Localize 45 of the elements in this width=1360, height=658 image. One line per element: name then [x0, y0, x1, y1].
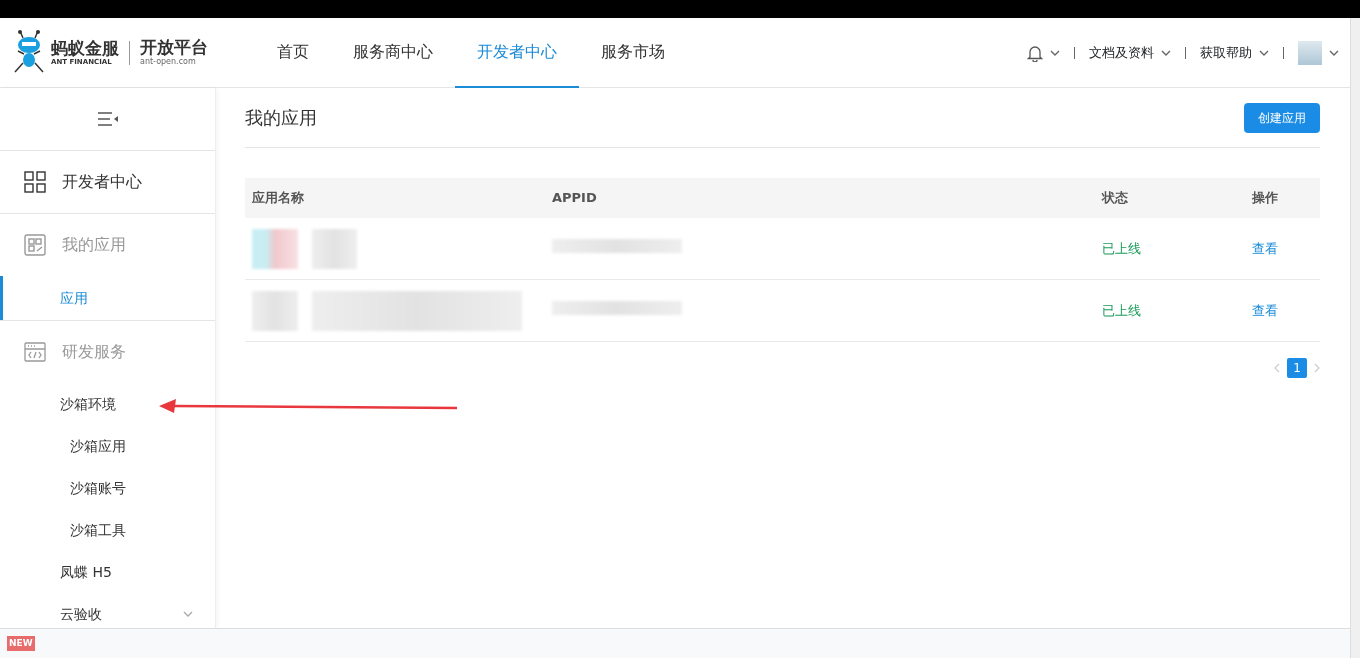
chevron-down-icon[interactable] [1050, 49, 1060, 56]
status-text: 已上线 [1102, 240, 1141, 256]
status-text: 已上线 [1102, 302, 1141, 318]
brand-name: 蚂蚁金服 [51, 38, 119, 58]
nav-tab[interactable]: 首页 [255, 17, 331, 88]
create-app-button[interactable]: 创建应用 [1244, 102, 1320, 133]
platform-name: 开放平台 [140, 38, 208, 58]
chevron-down-icon[interactable] [1259, 49, 1269, 56]
column-header: APPID [551, 189, 598, 208]
redacted-app-icon [252, 228, 298, 269]
chevron-down-icon [183, 611, 193, 617]
notification-bell-icon[interactable] [1027, 43, 1043, 62]
sidebar-group-label: 研发服务 [62, 341, 126, 363]
sidebar-item[interactable]: 沙箱账号 [0, 467, 215, 509]
platform-domain: ant-open.com [140, 57, 197, 67]
chevron-down-icon[interactable] [1329, 49, 1339, 56]
sidebar-item[interactable]: 开发者中心 [62, 170, 142, 194]
scrollbar[interactable] [1350, 18, 1360, 658]
redacted-app-icon [252, 290, 298, 331]
nav-tab[interactable]: 服务商中心 [331, 17, 455, 88]
app-window-icon [24, 234, 46, 256]
code-window-icon [24, 342, 46, 362]
redacted-app-name [312, 228, 357, 269]
page-title: 我的应用 [245, 106, 317, 129]
nav-tab[interactable]: 服务市场 [579, 17, 687, 88]
new-badge: NEW [7, 635, 35, 652]
column-header: 操作 [1251, 189, 1279, 208]
view-link[interactable]: 查看 [1252, 302, 1278, 318]
menu-link[interactable]: 文档及资料 [1089, 42, 1154, 63]
sidebar-item[interactable]: 沙箱环境 [0, 383, 215, 425]
collapse-menu-icon[interactable] [96, 111, 119, 127]
sidebar-item[interactable]: 沙箱工具 [0, 509, 215, 551]
grid-icon [24, 171, 46, 193]
chevron-down-icon[interactable] [1161, 49, 1171, 56]
view-link[interactable]: 查看 [1252, 240, 1278, 256]
sidebar-item[interactable]: 云验收 [0, 593, 215, 628]
column-header: 状态 [1100, 189, 1129, 208]
sidebar-item[interactable]: 沙箱应用 [0, 425, 215, 467]
sidebar-group-label: 我的应用 [62, 234, 126, 256]
nav-tab[interactable]: 开发者中心 [455, 17, 579, 88]
sidebar-item[interactable]: 凤蝶 H5 [0, 551, 215, 593]
page-number[interactable]: 1 [1287, 358, 1307, 378]
sidebar-item[interactable]: 应用 [0, 276, 215, 320]
menu-link[interactable]: 获取帮助 [1200, 42, 1252, 63]
column-header: 应用名称 [251, 189, 305, 208]
